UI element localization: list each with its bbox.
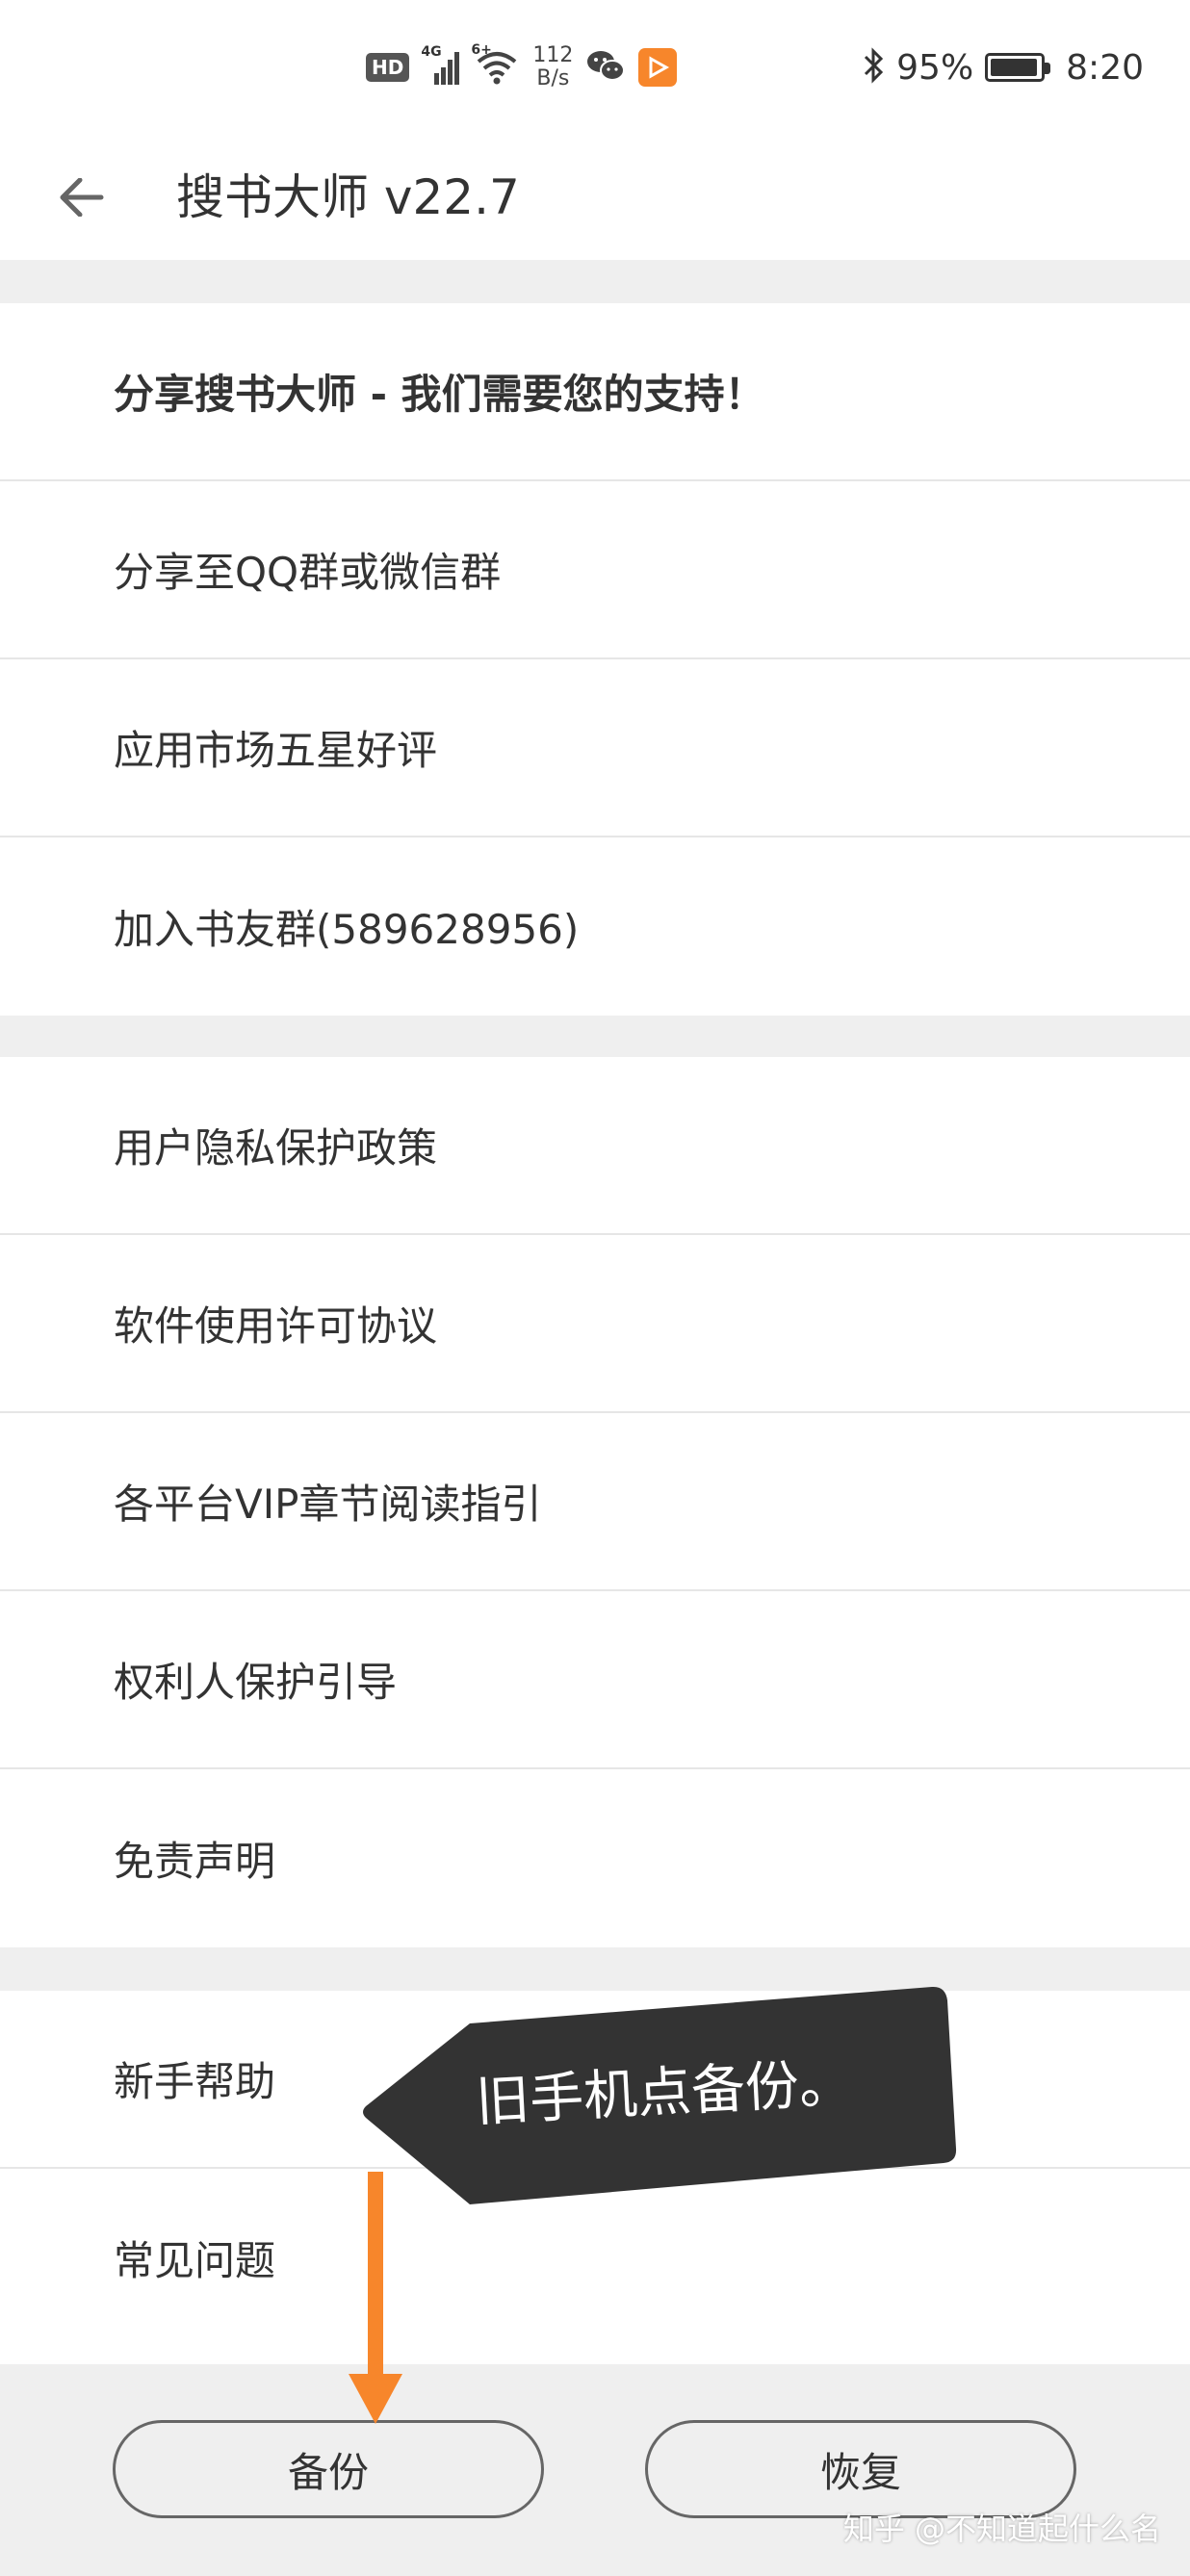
list-item-share-support[interactable]: 分享搜书大师 - 我们需要您的支持！ — [0, 303, 1190, 481]
battery-fill — [991, 59, 1037, 76]
app-screen: HD 4G 6+ 112 B/s 95% 8:20 搜书大师 v22.7 分享搜… — [0, 0, 1190, 2576]
page-title: 搜书大师 v22.7 — [176, 169, 520, 225]
network-type-label: 4G — [421, 44, 442, 60]
bluetooth-icon — [862, 47, 885, 88]
list-item-faq[interactable]: 常见问题 — [0, 2169, 1190, 2347]
backup-button[interactable]: 备份 — [113, 2420, 544, 2518]
list-item-vip-reading-guide[interactable]: 各平台VIP章节阅读指引 — [0, 1413, 1190, 1591]
hd-badge: HD — [366, 53, 410, 82]
watermark-text: 知乎 @不知道起什么名 — [842, 2511, 1161, 2547]
section-divider — [0, 1947, 1190, 1991]
battery-percent: 95% — [896, 47, 974, 88]
network-speed-value: 112 — [532, 43, 574, 67]
section-divider — [0, 1016, 1190, 1059]
list-group-legal: 用户隐私保护政策 软件使用许可协议 各平台VIP章节阅读指引 权利人保护引导 免… — [0, 1057, 1190, 1947]
status-bar-right: 95% 8:20 — [862, 39, 1144, 96]
list-item-rights-protection[interactable]: 权利人保护引导 — [0, 1591, 1190, 1769]
section-divider — [0, 260, 1190, 303]
restore-button[interactable]: 恢复 — [645, 2420, 1076, 2518]
clock: 8:20 — [1066, 47, 1144, 88]
list-item-privacy-policy[interactable]: 用户隐私保护政策 — [0, 1057, 1190, 1235]
status-bar-left: HD 4G 6+ 112 B/s — [366, 39, 678, 96]
status-bar: HD 4G 6+ 112 B/s 95% 8:20 — [0, 0, 1190, 135]
battery-icon — [985, 53, 1051, 82]
arrow-left-icon — [60, 178, 104, 217]
bottom-action-bar: 备份 恢复 知乎 @不知道起什么名 — [0, 2364, 1190, 2576]
list-item-beginner-help[interactable]: 新手帮助 — [0, 1991, 1190, 2169]
wechat-icon — [586, 49, 626, 86]
list-item-share-qq-wechat[interactable]: 分享至QQ群或微信群 — [0, 481, 1190, 659]
wifi-type-label: 6+ — [471, 42, 492, 58]
cellular-signal-icon: 4G — [421, 44, 461, 85]
back-button[interactable] — [39, 164, 125, 231]
wifi-icon: 6+ — [471, 42, 519, 85]
list-item-license-agreement[interactable]: 软件使用许可协议 — [0, 1235, 1190, 1413]
list-item-rate-five-stars[interactable]: 应用市场五星好评 — [0, 659, 1190, 837]
network-speed: 112 B/s — [532, 44, 573, 90]
app-notification-icon — [638, 48, 678, 87]
list-group-help: 新手帮助 常见问题 — [0, 1991, 1190, 2347]
list-group-share: 分享搜书大师 - 我们需要您的支持！ 分享至QQ群或微信群 应用市场五星好评 加… — [0, 303, 1190, 1016]
app-toolbar: 搜书大师 v22.7 — [0, 135, 1190, 260]
list-item-disclaimer[interactable]: 免责声明 — [0, 1769, 1190, 1947]
list-item-join-group[interactable]: 加入书友群(589628956) — [0, 837, 1190, 1016]
network-speed-unit: B/s — [536, 66, 570, 90]
